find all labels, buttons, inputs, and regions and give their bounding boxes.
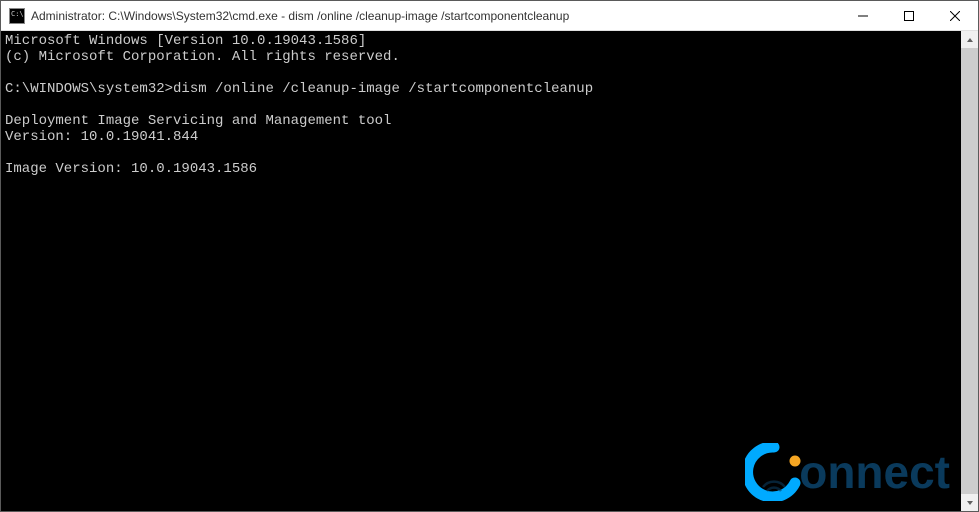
window-controls	[840, 1, 978, 30]
scroll-down-button[interactable]	[961, 494, 978, 511]
maximize-icon	[904, 11, 914, 21]
client-area: Microsoft Windows [Version 10.0.19043.15…	[1, 31, 978, 511]
chevron-down-icon	[966, 499, 974, 507]
cmd-window: Administrator: C:\Windows\System32\cmd.e…	[0, 0, 979, 512]
cmd-icon	[9, 8, 25, 24]
terminal-output[interactable]: Microsoft Windows [Version 10.0.19043.15…	[1, 31, 961, 511]
close-icon	[950, 11, 960, 21]
titlebar[interactable]: Administrator: C:\Windows\System32\cmd.e…	[1, 1, 978, 31]
minimize-button[interactable]	[840, 1, 886, 30]
window-title: Administrator: C:\Windows\System32\cmd.e…	[31, 9, 840, 23]
close-button[interactable]	[932, 1, 978, 30]
scrollbar-track[interactable]	[961, 48, 978, 494]
chevron-up-icon	[966, 36, 974, 44]
maximize-button[interactable]	[886, 1, 932, 30]
minimize-icon	[858, 11, 868, 21]
scroll-up-button[interactable]	[961, 31, 978, 48]
scrollbar-thumb[interactable]	[961, 48, 978, 494]
vertical-scrollbar[interactable]	[961, 31, 978, 511]
